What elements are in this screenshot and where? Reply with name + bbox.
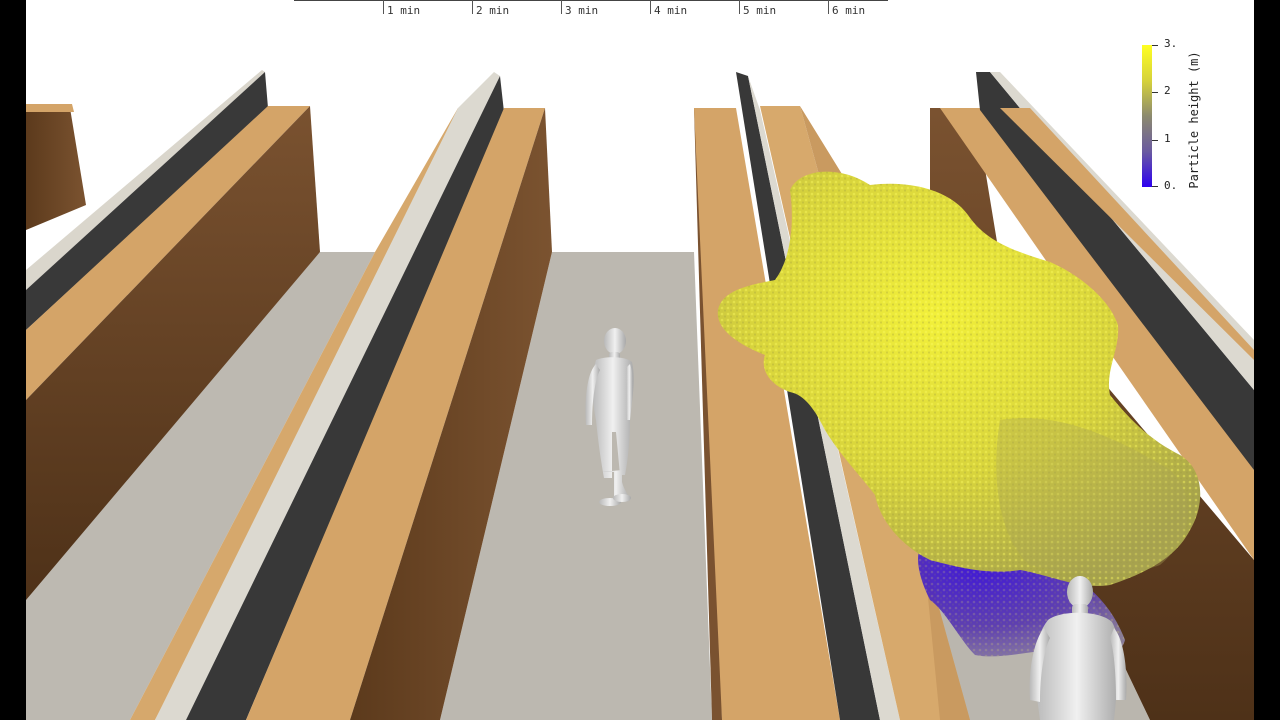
colorbar-tick bbox=[1152, 186, 1158, 187]
colorbar-tick bbox=[1152, 92, 1158, 93]
colorbar-tick bbox=[1152, 45, 1158, 46]
time-scale: 1 min 2 min 3 min 4 min 5 min 6 min bbox=[294, 0, 890, 20]
colorbar-label: 2 bbox=[1164, 84, 1171, 97]
time-tick-mark bbox=[383, 0, 384, 14]
particle-height-colorbar: 3. 2 1 0. Particle height (m) bbox=[1136, 34, 1236, 214]
right-letterbox bbox=[1254, 0, 1280, 720]
time-tick-label: 3 min bbox=[565, 4, 599, 17]
shelf-far-left-top bbox=[26, 104, 74, 112]
time-tick-label: 1 min bbox=[387, 4, 421, 17]
time-tick-label: 5 min bbox=[743, 4, 777, 17]
colorbar-tick bbox=[1152, 140, 1158, 141]
time-tick-mark bbox=[561, 0, 562, 14]
time-tick-mark bbox=[739, 0, 740, 14]
mannequin-center-head bbox=[604, 328, 626, 354]
colorbar-label: 1 bbox=[1164, 132, 1171, 145]
colorbar-title: Particle height (m) bbox=[1187, 51, 1201, 189]
time-tick-mark bbox=[828, 0, 829, 14]
simulation-frame: 1 min 2 min 3 min 4 min 5 min 6 min 3. 2… bbox=[0, 0, 1280, 720]
colorbar-label-min: 0. bbox=[1164, 179, 1178, 192]
time-tick-label: 2 min bbox=[476, 4, 510, 17]
mannequin-foreground-head bbox=[1067, 576, 1093, 608]
colorbar-label-max: 3. bbox=[1164, 37, 1178, 50]
time-tick-label: 4 min bbox=[654, 4, 688, 17]
aisle-scene bbox=[0, 0, 1280, 720]
time-tick-mark bbox=[472, 0, 473, 14]
colorbar-gradient bbox=[1142, 45, 1152, 187]
time-tick-mark bbox=[650, 0, 651, 14]
time-tick-label: 6 min bbox=[832, 4, 866, 17]
left-letterbox bbox=[0, 0, 26, 720]
